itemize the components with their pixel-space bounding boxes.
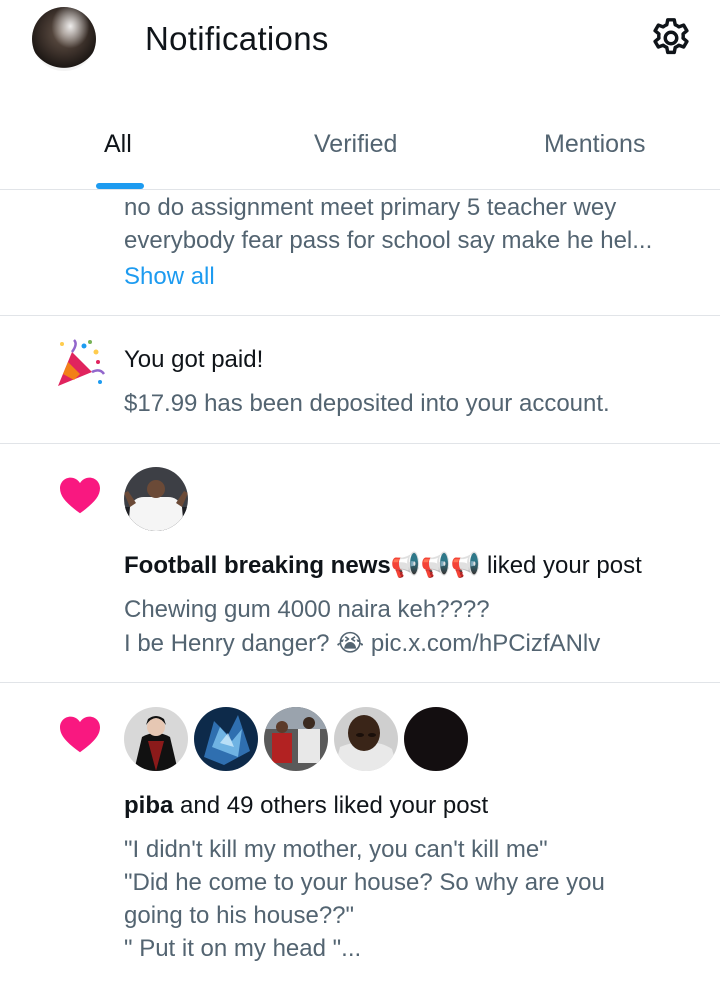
media-link[interactable]: pic.x.com/hPCizfANlv <box>371 630 600 657</box>
post-text-line: Chewing gum 4000 naira keh???? <box>124 596 490 623</box>
tab-all[interactable]: All <box>104 130 132 159</box>
post-text-line: "I didn't kill my mother, you can't kill… <box>124 836 548 863</box>
notification-item[interactable]: Football breaking news📢📢📢 liked your pos… <box>0 444 720 683</box>
notification-body: $17.99 has been deposited into your acco… <box>124 390 610 417</box>
notification-item[interactable]: You got paid! $17.99 has been deposited … <box>0 316 720 444</box>
show-all-link[interactable]: Show all <box>124 260 215 293</box>
notification-item[interactable]: no do assignment meet primary 5 teacher … <box>0 190 720 316</box>
avatar[interactable] <box>124 707 188 771</box>
user-name[interactable]: Football breaking news📢📢📢 <box>124 552 480 579</box>
party-popper-icon <box>54 338 106 390</box>
avatar[interactable] <box>124 467 188 531</box>
active-tab-indicator <box>96 183 144 189</box>
tab-verified[interactable]: Verified <box>314 130 397 159</box>
heart-icon <box>58 713 102 753</box>
notification-item[interactable]: piba and 49 others liked your post "I di… <box>0 683 720 989</box>
profile-avatar[interactable] <box>32 7 96 71</box>
action-text: liked your post <box>480 552 642 579</box>
page-title: Notifications <box>145 20 329 57</box>
post-text-line: " Put it on my head "... <box>124 935 362 962</box>
post-text-line: going to his house??" <box>124 902 355 929</box>
avatar[interactable] <box>264 707 328 771</box>
post-text-line: no do assignment meet primary 5 teacher … <box>124 194 617 221</box>
top-bar: Notifications <box>0 0 720 90</box>
post-text: I be Henry danger? 😭 <box>124 630 371 657</box>
action-text: and 49 others liked your post <box>173 792 489 819</box>
notification-headline: piba and 49 others liked your post <box>124 789 488 822</box>
gear-icon[interactable] <box>648 15 694 61</box>
notification-title: You got paid! <box>124 346 264 373</box>
tab-bar: All Verified Mentions <box>0 110 720 190</box>
tab-mentions[interactable]: Mentions <box>544 130 645 159</box>
notification-headline: Football breaking news📢📢📢 liked your pos… <box>124 549 642 582</box>
avatar[interactable] <box>334 707 398 771</box>
avatar[interactable] <box>404 707 468 771</box>
post-text-line: I be Henry danger? 😭 pic.x.com/hPCizfANl… <box>124 627 600 660</box>
user-name[interactable]: piba <box>124 792 173 819</box>
heart-icon <box>58 474 102 514</box>
post-text-line: everybody fear pass for school say make … <box>124 227 653 254</box>
avatar[interactable] <box>194 707 258 771</box>
post-text-line: "Did he come to your house? So why are y… <box>124 869 605 896</box>
